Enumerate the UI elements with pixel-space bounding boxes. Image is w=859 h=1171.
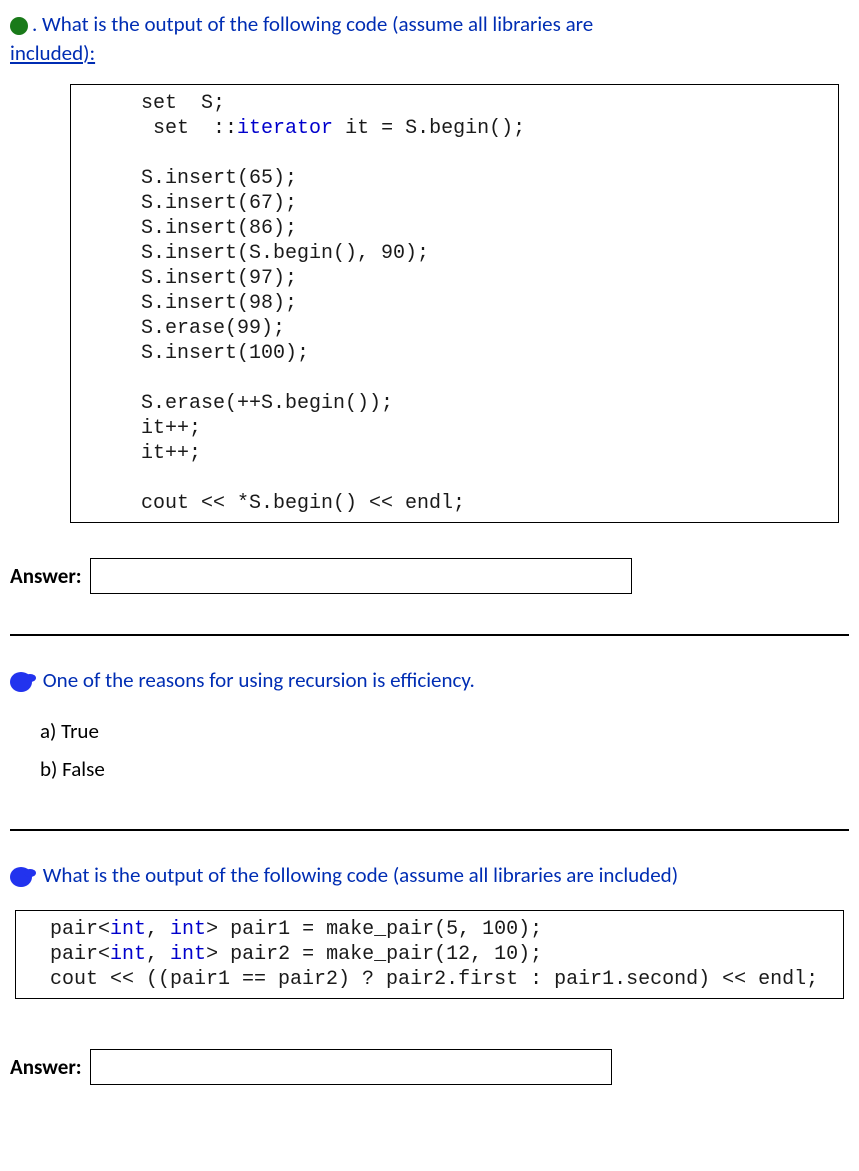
bullet-icon (10, 672, 32, 692)
answer-label: Answer: (10, 563, 82, 589)
q3-answer-input[interactable] (90, 1049, 612, 1085)
bullet-icon (10, 17, 28, 35)
q1-prompt: . What is the output of the following co… (10, 10, 849, 69)
q1-answer-input[interactable] (90, 558, 632, 594)
q3-answer-row: Answer: (10, 1049, 849, 1085)
q3-text: What is the output of the following code… (43, 862, 678, 888)
q2-option-b[interactable]: b) False (40, 751, 849, 789)
separator (10, 634, 849, 636)
separator (10, 829, 849, 831)
q2-prompt: One of the reasons for using recursion i… (10, 666, 849, 695)
q1-code-block: set S; set ::iterator it = S.begin(); S.… (70, 84, 839, 523)
q2-option-a[interactable]: a) True (40, 713, 849, 751)
q1-text-line1: . What is the output of the following co… (32, 11, 593, 37)
q1-answer-row: Answer: (10, 558, 849, 594)
q3-code-block: pair<int, int> pair1 = make_pair(5, 100)… (15, 910, 844, 999)
q3-prompt: What is the output of the following code… (10, 861, 849, 890)
q2-options: a) True b) False (40, 713, 849, 789)
answer-label: Answer: (10, 1054, 82, 1080)
bullet-icon (10, 867, 32, 887)
q1-text-line2: included): (10, 40, 95, 66)
q2-text: One of the reasons for using recursion i… (43, 667, 475, 693)
